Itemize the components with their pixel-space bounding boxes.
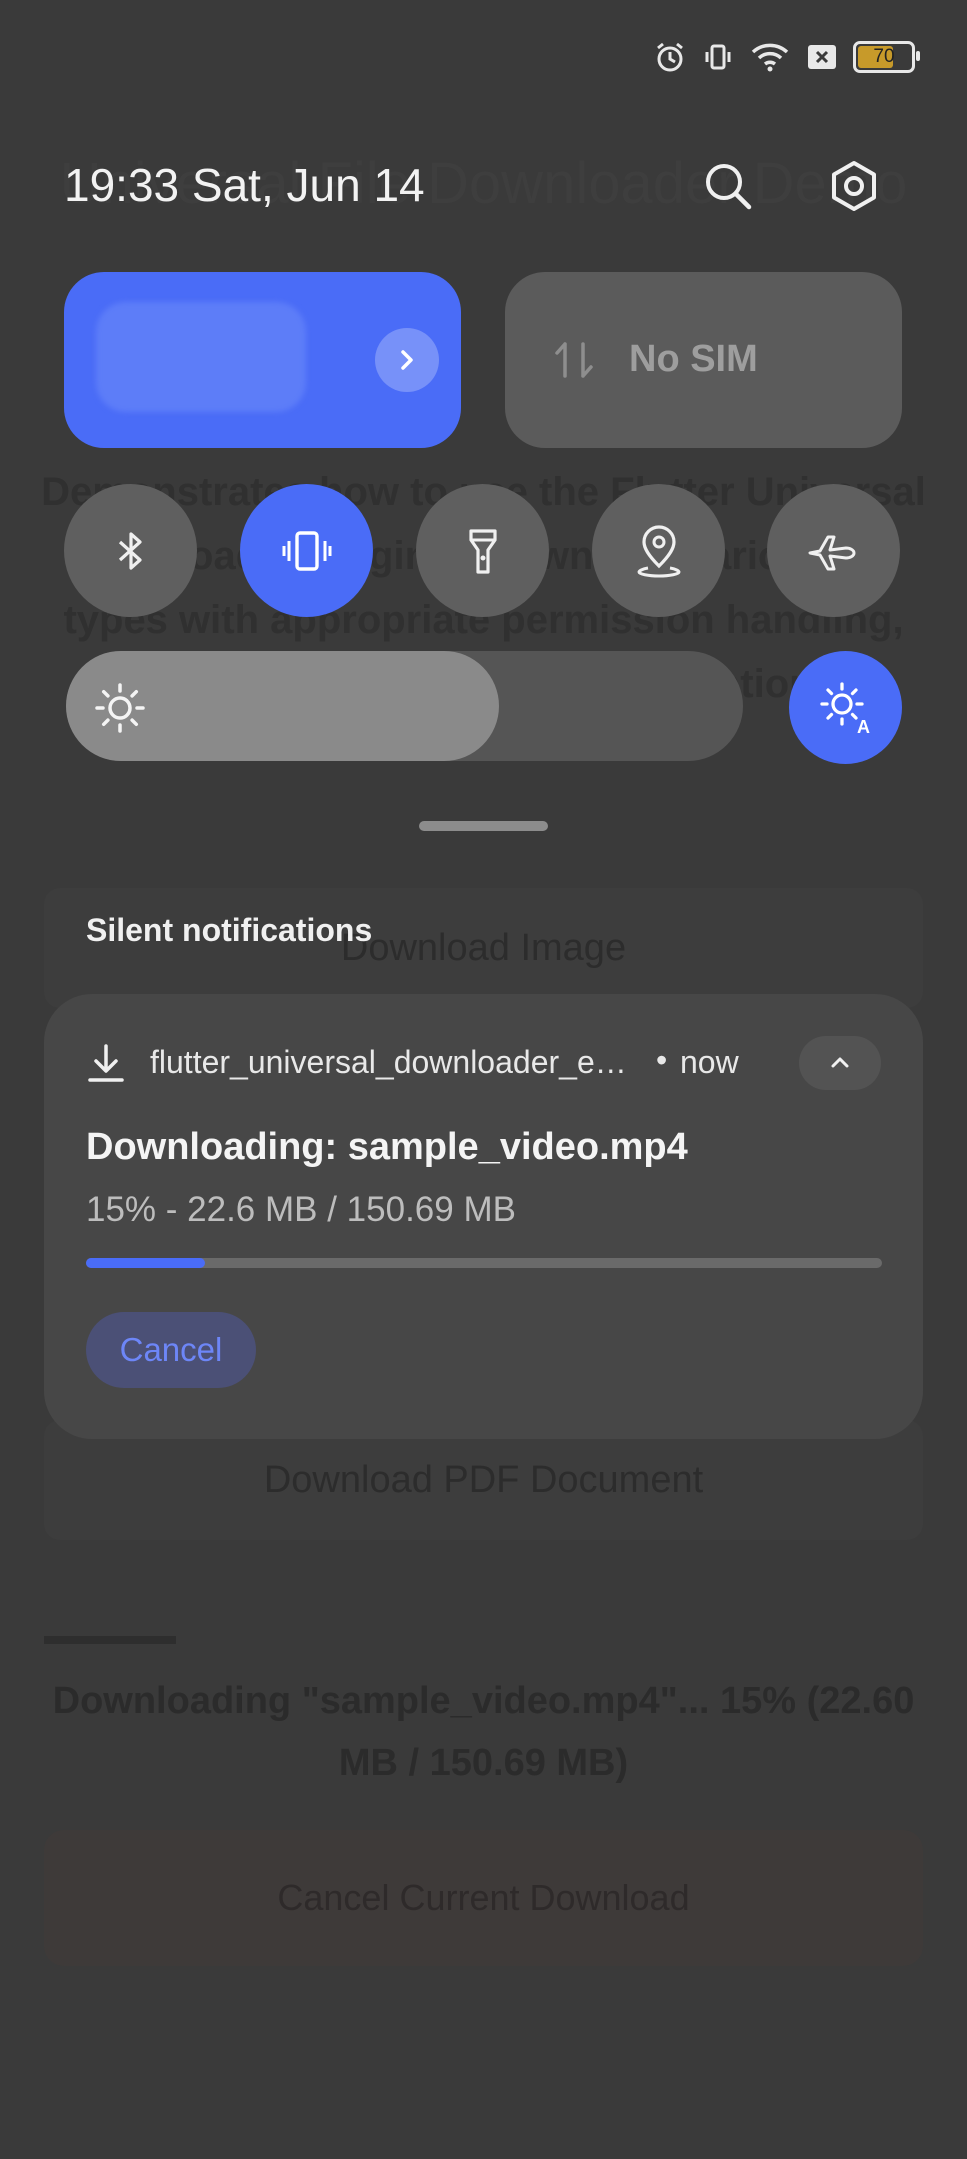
background-status-text: Downloading "sample_video.mp4"... 15% (2… xyxy=(52,1680,915,1784)
download-icon xyxy=(88,1044,124,1082)
airplane-toggle[interactable] xyxy=(767,484,900,617)
data-arrows-icon xyxy=(555,342,593,378)
notification-app-name: flutter_universal_downloader_e… xyxy=(150,1044,627,1080)
cancel-button[interactable]: Cancel xyxy=(86,1312,256,1388)
location-toggle[interactable] xyxy=(592,484,725,617)
chevron-up-icon xyxy=(831,1057,849,1068)
alarm-icon xyxy=(653,40,687,74)
vibrate-toggle[interactable] xyxy=(240,484,373,617)
auto-brightness-toggle[interactable]: A xyxy=(789,651,902,764)
notification-title: Downloading: sample_video.mp4 xyxy=(86,1126,688,1168)
background-cancel-label: Cancel Current Download xyxy=(277,1877,690,1918)
brightness-icon xyxy=(95,683,145,733)
settings-icon[interactable] xyxy=(826,158,882,214)
svg-text:A: A xyxy=(857,717,870,736)
search-icon[interactable] xyxy=(700,158,756,214)
bluetooth-icon xyxy=(118,531,142,570)
battery-icon: 70 xyxy=(853,41,920,73)
no-sim-icon xyxy=(805,40,839,74)
notification-separator: • xyxy=(656,1042,668,1078)
notification-time: now xyxy=(680,1044,739,1080)
background-cancel-button: Cancel Current Download xyxy=(44,1830,923,1966)
download-progress-bar xyxy=(86,1258,882,1268)
download-notification[interactable]: flutter_universal_downloader_e… • now Do… xyxy=(44,994,923,1439)
cancel-button-label: Cancel xyxy=(119,1331,223,1368)
notification-progress-text: 15% - 22.6 MB / 150.69 MB xyxy=(86,1190,516,1229)
section-title: Silent notifications xyxy=(86,912,373,948)
bluetooth-toggle[interactable] xyxy=(64,484,197,617)
download-progress-fill xyxy=(86,1258,206,1268)
network-name-redacted xyxy=(96,302,306,412)
flashlight-toggle[interactable] xyxy=(416,484,549,617)
flashlight-icon xyxy=(468,528,497,574)
sim-label: No SIM xyxy=(629,338,758,380)
background-progress-line xyxy=(44,1636,176,1644)
shade-handle[interactable] xyxy=(419,821,548,831)
vibrate-icon xyxy=(701,40,735,74)
network-tile[interactable] xyxy=(64,272,461,448)
location-icon xyxy=(636,524,681,578)
wifi-icon xyxy=(749,40,791,74)
date-time: 19:33 Sat, Jun 14 xyxy=(64,159,425,211)
chevron-right-icon[interactable] xyxy=(375,328,439,392)
mobile-data-tile[interactable]: No SIM xyxy=(505,272,902,448)
vibrate-icon xyxy=(282,530,331,571)
collapse-button[interactable] xyxy=(799,1036,881,1090)
battery-level: 70 xyxy=(873,46,895,67)
auto-brightness-icon: A xyxy=(819,681,870,736)
status-bar: 70 xyxy=(653,40,920,74)
airplane-icon xyxy=(808,535,855,570)
